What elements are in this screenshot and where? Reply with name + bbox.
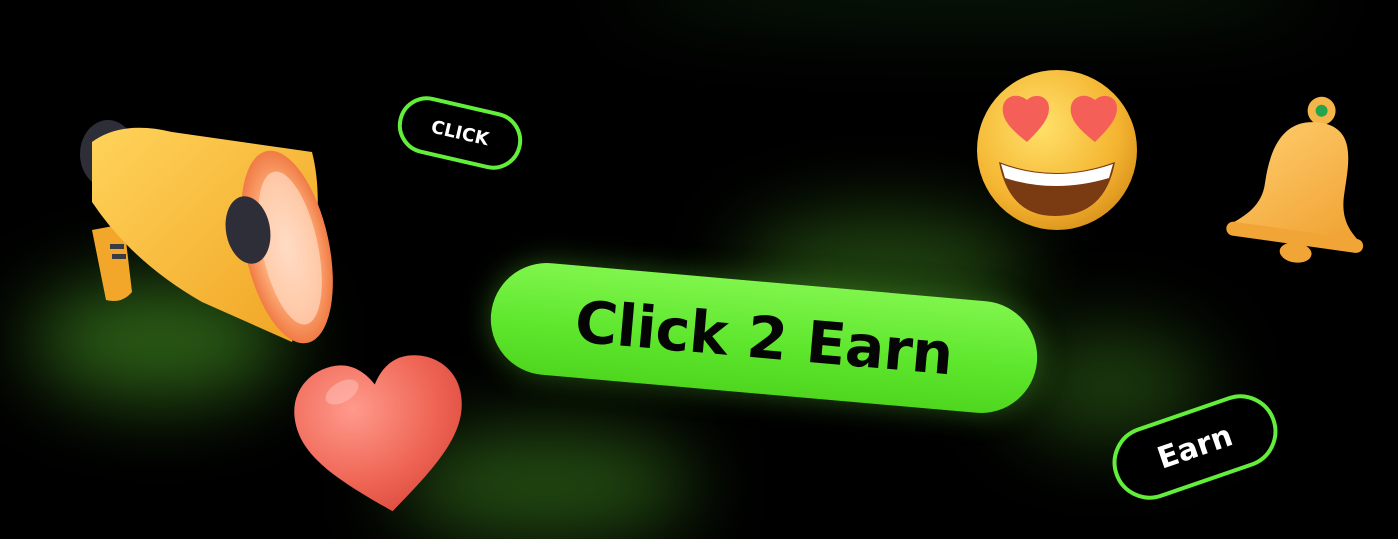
earn-pill-label: Earn [1152, 417, 1238, 477]
click-2-earn-label: Click 2 Earn [572, 287, 956, 389]
heart-icon [294, 355, 462, 512]
heart-eyes-emoji-icon [977, 70, 1137, 230]
click-pill-label: CLICK [429, 116, 491, 150]
click-2-earn-banner: CLICK Earn Click 2 Earn [0, 0, 1398, 539]
top-glow [620, 0, 1320, 20]
bell-icon [1226, 96, 1364, 263]
click-pill-button[interactable]: CLICK [392, 90, 528, 176]
megaphone-icon [80, 120, 333, 344]
